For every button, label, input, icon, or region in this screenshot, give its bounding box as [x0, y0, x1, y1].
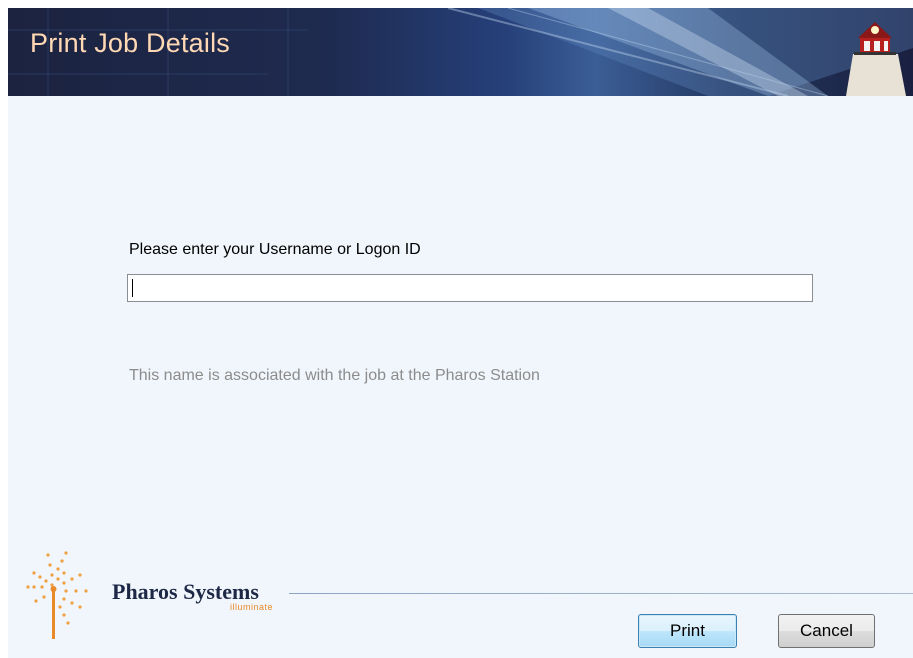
- print-job-dialog: Print Job Details Please enter your User…: [8, 8, 913, 658]
- cancel-button[interactable]: Cancel: [778, 614, 875, 648]
- print-button[interactable]: Print: [638, 614, 737, 648]
- footer-divider: [289, 593, 913, 594]
- sunburst-icon: [26, 551, 88, 639]
- text-caret: [132, 279, 133, 297]
- header-banner: Print Job Details: [8, 8, 913, 96]
- brand-tagline: illuminate: [230, 602, 274, 612]
- username-label: Please enter your Username or Logon ID: [129, 241, 421, 258]
- dialog-title: Print Job Details: [30, 28, 230, 58]
- username-input[interactable]: [127, 274, 813, 302]
- hint-text: This name is associated with the job at …: [129, 367, 540, 384]
